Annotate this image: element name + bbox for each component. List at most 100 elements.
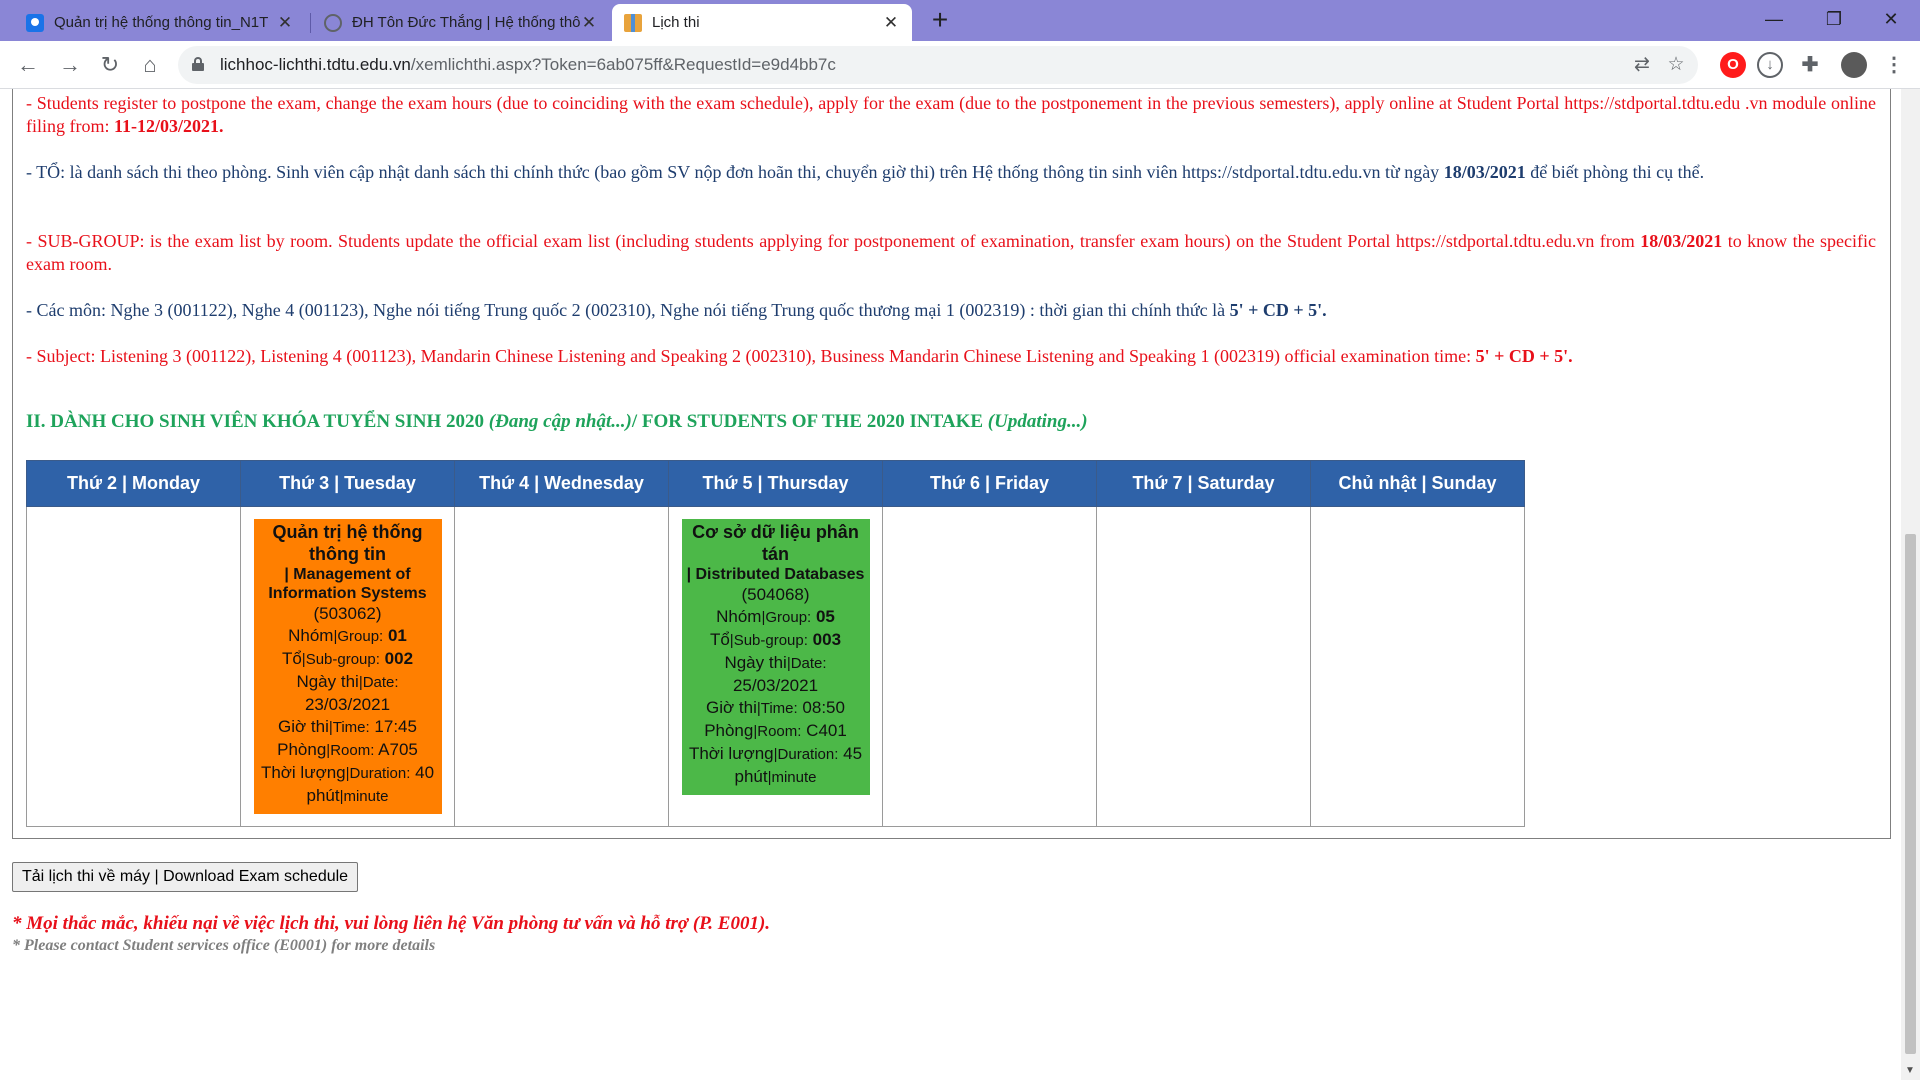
- label-en: |Duration:: [773, 746, 839, 763]
- label: Tổ: [709, 630, 730, 649]
- exam-name-vn: Cơ sở dữ liệu phân tán: [692, 522, 859, 564]
- close-icon[interactable]: ✕: [580, 13, 598, 33]
- notice-text: - Students register to postpone the exam…: [26, 93, 1876, 136]
- exam-card-distributed-databases: Cơ sở dữ liệu phân tán | Distributed Dat…: [681, 519, 870, 795]
- notice-time: 5' + CD + 5'.: [1475, 346, 1573, 366]
- label-en: |Group:: [333, 628, 384, 645]
- url-path: /xemlichthi.aspx?Token=6ab075ff&RequestI…: [410, 55, 836, 74]
- back-icon[interactable]: ←: [12, 49, 44, 81]
- download-exam-schedule-button[interactable]: Tải lịch thi về máy | Download Exam sche…: [12, 862, 359, 892]
- exam-date-label: Ngày thi|Date:: [685, 652, 867, 675]
- label-en: |Duration:: [345, 765, 411, 782]
- value: 002: [384, 649, 414, 668]
- avatar[interactable]: [1841, 52, 1867, 78]
- exam-card-management-information-systems: Quản trị hệ thống thông tin | Management…: [253, 519, 442, 814]
- label: Giờ thi: [706, 698, 757, 717]
- reload-icon[interactable]: ↻: [94, 49, 126, 81]
- day-header-saturday: Thứ 7 | Saturday: [1096, 460, 1311, 507]
- notice-date: 18/03/2021: [1443, 162, 1526, 182]
- bookmark-star-icon[interactable]: ☆: [1664, 53, 1688, 77]
- label: Tổ: [281, 649, 302, 668]
- notice-text: - SUB-GROUP: is the exam list by room. S…: [26, 231, 1641, 251]
- label-en: |Date:: [358, 674, 399, 691]
- notice-date: 18/03/2021: [1640, 231, 1723, 251]
- exam-date: 25/03/2021: [732, 676, 819, 695]
- exam-duration: Thời lượng|Duration: 40 phút|minute: [257, 762, 439, 808]
- tab-title: Quản trị hệ thống thông tin_N1T: [54, 14, 269, 31]
- contact-note-vn: * Mọi thắc mắc, khiếu nại về việc lịch t…: [12, 913, 771, 934]
- close-icon[interactable]: ✕: [276, 13, 294, 33]
- tab-divider: [310, 13, 311, 33]
- menu-kebab-icon[interactable]: ⋮: [1881, 52, 1907, 78]
- exam-room: Phòng|Room: A705: [257, 739, 439, 762]
- home-icon[interactable]: ⌂: [134, 49, 166, 81]
- gift-icon: [624, 13, 642, 32]
- value: 45: [843, 744, 863, 763]
- extensions-puzzle-icon[interactable]: ✚: [1797, 52, 1823, 78]
- vertical-scrollbar[interactable]: ▼: [1901, 89, 1920, 1080]
- notice-date: 11-12/03/2021.: [114, 116, 224, 136]
- notice-text: - Các môn: Nghe 3 (001122), Nghe 4 (0011…: [26, 300, 1230, 320]
- day-header-wednesday: Thứ 4 | Wednesday: [454, 460, 669, 507]
- tab-title: Lịch thi: [652, 14, 700, 31]
- value: A705: [378, 740, 418, 759]
- forward-icon[interactable]: →: [54, 49, 86, 81]
- tab-bar: Quản trị hệ thống thông tin_N1T ✕ ĐH Tôn…: [0, 0, 1920, 41]
- exam-subgroup: Tổ|Sub-group: 002: [257, 648, 439, 671]
- scroll-down-arrow-icon[interactable]: ▼: [1905, 1065, 1915, 1076]
- lock-icon[interactable]: [192, 57, 204, 71]
- day-header-tuesday: Thứ 3 | Tuesday: [240, 460, 455, 507]
- minimize-icon[interactable]: —: [1745, 0, 1803, 41]
- section-title: II. DÀNH CHO SINH VIÊN KHÓA TUYỂN SINH 2…: [26, 411, 1088, 433]
- label: Phòng: [277, 740, 327, 759]
- exam-duration: Thời lượng|Duration: 45 phút|minute: [685, 743, 867, 789]
- download-icon[interactable]: ↓: [1757, 52, 1783, 78]
- notice-subjects-vn: - Các môn: Nghe 3 (001122), Nghe 4 (0011…: [26, 299, 1876, 322]
- label-en: |Sub-group:: [301, 651, 380, 668]
- restore-icon[interactable]: ❐: [1805, 0, 1863, 41]
- unit-en: |minute: [767, 769, 817, 786]
- value: 40: [415, 763, 435, 782]
- exam-time: Giờ thi|Time: 17:45: [257, 716, 439, 739]
- url-text[interactable]: lichhoc-lichthi.tdtu.edu.vn/xemlichthi.a…: [220, 55, 836, 75]
- value: 17:45: [374, 717, 417, 736]
- value: 05: [815, 607, 835, 626]
- tab-title: ĐH Tôn Đức Thắng | Hệ thống thông: [352, 14, 580, 31]
- notice-to-vn: - TỔ: là danh sách thi theo phòng. Sinh …: [26, 161, 1876, 184]
- exam-name-en: | Distributed Databases: [686, 566, 865, 583]
- translate-icon[interactable]: ⇄: [1630, 53, 1654, 77]
- exam-group: Nhóm|Group: 05: [685, 606, 867, 629]
- value: 01: [387, 626, 407, 645]
- unit-en: |minute: [339, 788, 389, 805]
- unit: phút: [306, 786, 340, 805]
- tab-tdtu[interactable]: ĐH Tôn Đức Thắng | Hệ thống thông ✕: [312, 4, 610, 41]
- contact-note-en: * Please contact Student services office…: [12, 937, 436, 954]
- scrollbar-thumb[interactable]: [1905, 534, 1916, 1054]
- label: Phòng: [704, 721, 754, 740]
- exam-room: Phòng|Room: C401: [685, 720, 867, 743]
- tab-quan-tri[interactable]: Quản trị hệ thống thông tin_N1T ✕: [14, 4, 306, 41]
- exam-subgroup: Tổ|Sub-group: 003: [685, 629, 867, 652]
- address-bar[interactable]: lichhoc-lichthi.tdtu.edu.vn/xemlichthi.a…: [178, 46, 1698, 84]
- new-tab-button[interactable]: +: [925, 6, 955, 36]
- close-icon[interactable]: ✕: [882, 13, 900, 33]
- exam-code: (504068): [741, 585, 810, 604]
- label: Ngày thi: [724, 653, 787, 672]
- url-domain: lichhoc-lichthi.tdtu.edu.vn: [220, 55, 411, 74]
- notice-subgroup-en: - SUB-GROUP: is the exam list by room. S…: [26, 230, 1876, 276]
- label: Ngày thi: [296, 672, 359, 691]
- day-header-sunday: Chủ nhật | Sunday: [1310, 460, 1525, 507]
- label: Nhóm: [288, 626, 334, 645]
- section-title-text: II. DÀNH CHO SINH VIÊN KHÓA TUYỂN SINH 2…: [26, 411, 489, 432]
- notice-text: - Subject: Listening 3 (001122), Listeni…: [26, 346, 1476, 366]
- tab-lich-thi[interactable]: Lịch thi ✕: [612, 4, 912, 41]
- label-en: |Room:: [326, 742, 375, 759]
- day-cell-saturday: [1096, 506, 1311, 827]
- section-title-text: / FOR STUDENTS OF THE 2020 INTAKE: [631, 411, 988, 432]
- notice-subjects-en: - Subject: Listening 3 (001122), Listeni…: [26, 345, 1876, 368]
- exam-code: (503062): [313, 604, 382, 623]
- window-close-icon[interactable]: ✕: [1862, 0, 1920, 41]
- section-title-status: (Đang cập nhật...): [488, 411, 632, 432]
- label-en: |Room:: [753, 723, 802, 740]
- opera-extension-icon[interactable]: O: [1720, 52, 1746, 78]
